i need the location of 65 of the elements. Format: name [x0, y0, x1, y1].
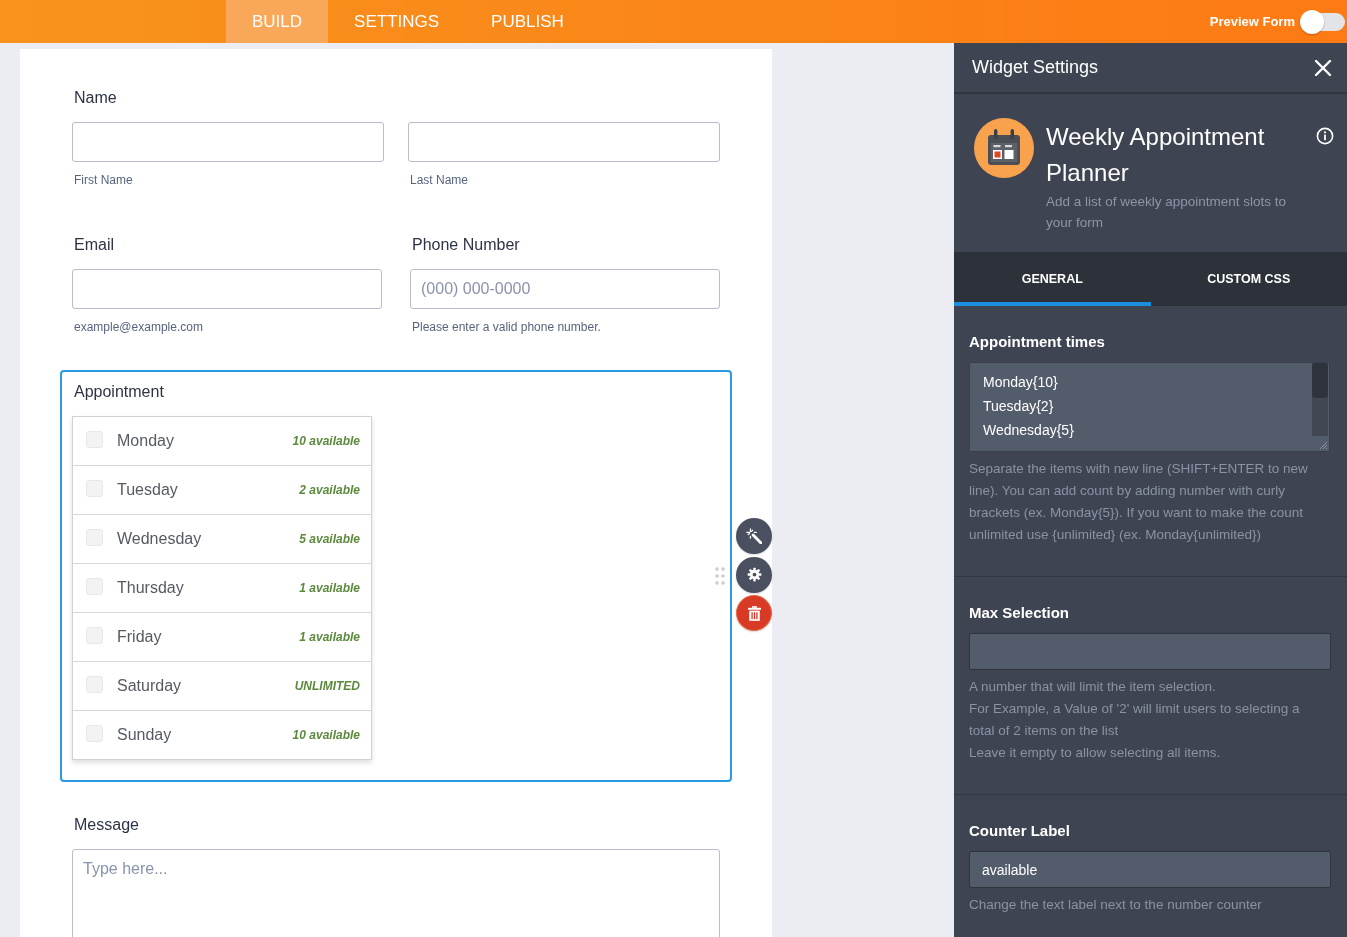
field-hint: Please enter a valid phone number. [411, 319, 602, 335]
availability-count: 10 available [292, 434, 360, 448]
text-input[interactable]: (000) 000-0000 [410, 269, 720, 309]
scrollbar[interactable] [1312, 363, 1328, 436]
drag-handle-icon[interactable] [715, 567, 725, 585]
field-label: Appointment [73, 382, 165, 402]
setting-label: Max Selection [969, 604, 1071, 622]
field-label: Message [73, 815, 140, 835]
availability-count: 10 available [292, 728, 360, 742]
settings-icon [746, 567, 762, 582]
help-text: For Example, a Value of '2' will limit users to selecting a total of 2 items on the list [969, 700, 1301, 740]
option-label: Monday [117, 432, 174, 450]
option-label: Friday [117, 628, 162, 646]
delete-button[interactable] [736, 595, 772, 631]
resize-grip-icon[interactable] [1319, 441, 1327, 449]
option-label: Tuesday [117, 481, 178, 499]
checkbox[interactable] [86, 675, 103, 693]
close-icon[interactable] [1314, 58, 1332, 77]
checkbox[interactable] [86, 577, 103, 595]
setting-label: Counter Label [969, 822, 1071, 840]
help-text: Leave it empty to allow selecting all items. [969, 744, 1222, 762]
checkbox[interactable] [86, 626, 103, 644]
settings-button[interactable] [736, 556, 772, 593]
trash-icon [747, 605, 761, 621]
text-input[interactable]: available [969, 851, 1331, 888]
option-label: Thursday [117, 579, 184, 597]
option-label: Sunday [117, 726, 172, 744]
checkbox[interactable] [86, 528, 103, 546]
checkbox[interactable] [86, 430, 103, 448]
help-text: A number that will limit the item selection. [969, 678, 1217, 696]
availability-count: 2 available [299, 483, 360, 497]
tab[interactable]: GENERAL [954, 252, 1151, 306]
availability-count: 1 available [299, 630, 360, 644]
checkbox[interactable] [86, 724, 103, 742]
text-input[interactable] [72, 122, 384, 162]
panel-title: Widget Settings [972, 57, 1099, 78]
widget-title: Weekly Appointment Planner [1046, 122, 1266, 188]
calendar-icon [974, 118, 1034, 178]
magic-wand-icon [746, 528, 762, 544]
text-input[interactable] [408, 122, 720, 162]
field-hint: First Name [73, 172, 134, 188]
tab[interactable]: CUSTOM CSS [1150, 252, 1347, 306]
option-label: Wednesday [117, 530, 202, 548]
option-label: Saturday [117, 677, 182, 695]
wand-button[interactable] [736, 518, 772, 554]
preview-toggle[interactable] [1300, 9, 1345, 34]
field-label: Name [73, 88, 118, 108]
widget-description: Add a list of weekly appointment slots to your form [1046, 193, 1288, 232]
preview-form-label: Preview Form [1209, 14, 1295, 29]
help-text: Separate the items with new line (SHIFT+ENTER to new line). You can add count by adding number with curly brackets (ex. Monday{5}). If you want to make the count unlimited use {unlimited} (ex. Monday{unlimited}) [969, 460, 1309, 544]
message-field[interactable]: Type here... [72, 849, 720, 937]
help-text: Change the text label next to the number counter [969, 896, 1263, 914]
availability-count: UNLIMITED [294, 679, 360, 693]
availability-count: 1 available [299, 581, 360, 595]
field-label: Phone Number [411, 235, 521, 255]
text-input[interactable] [72, 269, 382, 309]
field-hint: example@example.com [73, 319, 204, 335]
checkbox[interactable] [86, 479, 103, 497]
text-input[interactable] [969, 633, 1331, 670]
info-icon[interactable] [1316, 127, 1334, 145]
setting-label: Appointment times [969, 333, 1106, 351]
appointment-times-field[interactable]: Monday{10} Tuesday{2} Wednesday{5} [969, 362, 1330, 452]
field-label: Email [73, 235, 115, 255]
field-hint: Last Name [409, 172, 470, 188]
availability-count: 5 available [299, 532, 360, 546]
